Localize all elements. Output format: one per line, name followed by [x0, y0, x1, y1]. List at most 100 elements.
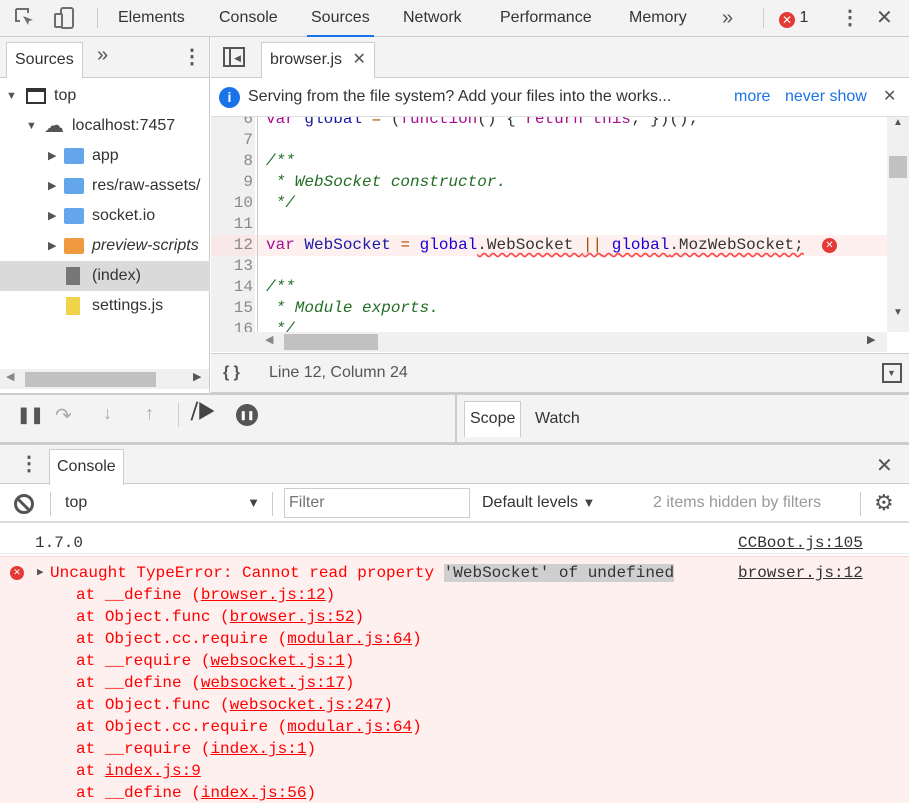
step-out-icon[interactable]: ↑: [145, 403, 154, 424]
stack-source-link[interactable]: modular.js:64: [287, 630, 412, 648]
triangle-right-icon[interactable]: ▶: [48, 171, 56, 201]
tab-sources[interactable]: Sources: [307, 0, 374, 37]
toggle-navigator-icon[interactable]: ◀: [223, 47, 245, 67]
infobar-never-show-link[interactable]: never show: [785, 78, 867, 116]
tab-browser-js[interactable]: browser.js ✕: [261, 42, 375, 78]
tree-item[interactable]: ▶ app: [0, 141, 210, 171]
stack-source-link[interactable]: websocket.js:17: [201, 674, 345, 692]
tab-network[interactable]: Network: [403, 0, 462, 36]
line-number[interactable]: 9: [211, 172, 255, 193]
close-devtools-icon[interactable]: ✕: [876, 0, 893, 36]
line-number[interactable]: 11: [211, 214, 255, 235]
code-text: /**: [266, 278, 295, 296]
tree-item-label: preview-scripts: [92, 237, 199, 254]
code-vscrollbar[interactable]: ▲ ▼: [887, 117, 909, 332]
tree-item[interactable]: settings.js: [0, 291, 210, 321]
device-toolbar-icon[interactable]: [52, 0, 76, 36]
stack-source-link[interactable]: browser.js:12: [201, 586, 326, 604]
error-icon: ✕: [10, 566, 24, 580]
pause-icon[interactable]: ❚❚: [17, 405, 44, 425]
folder-icon: [64, 178, 84, 194]
step-over-icon[interactable]: ↷: [55, 403, 72, 428]
infobar: i Serving from the file system? Add your…: [211, 78, 909, 117]
close-tab-icon[interactable]: ✕: [352, 51, 365, 68]
code-editor[interactable]: 6 var global = (function() { return this;…: [211, 117, 887, 332]
line-number[interactable]: 8: [211, 151, 255, 172]
line-number[interactable]: 14: [211, 277, 255, 298]
navigator-more-button[interactable]: »: [97, 44, 108, 67]
line-number[interactable]: 12: [211, 235, 255, 256]
tree-item[interactable]: ▶ res/raw-assets/: [0, 171, 210, 201]
inspect-element-icon[interactable]: [14, 0, 36, 36]
console-settings-gear-icon[interactable]: ⚙: [874, 484, 894, 522]
line-number[interactable]: 6: [211, 117, 255, 130]
tree-item-label: settings.js: [92, 297, 164, 314]
close-drawer-icon[interactable]: ✕: [876, 453, 893, 478]
clear-console-icon[interactable]: [14, 494, 34, 514]
tree-item[interactable]: ▼ ☁ localhost:7457: [0, 111, 210, 141]
stack-source-link[interactable]: index.js:9: [105, 762, 201, 780]
stack-frame: at index.js:9: [76, 762, 201, 780]
context-selector[interactable]: top ▼: [65, 484, 260, 522]
tree-item[interactable]: (index): [0, 261, 210, 291]
tree-item-label: res/raw-assets/: [92, 177, 201, 194]
line-number[interactable]: 13: [211, 256, 255, 277]
triangle-down-icon[interactable]: ▼: [6, 81, 17, 111]
stack-frame: at __require (websocket.js:1): [76, 652, 355, 670]
triangle-right-icon[interactable]: ▶: [48, 231, 56, 261]
navigator-hscrollbar[interactable]: ◀ ▶: [0, 369, 209, 389]
code-hscrollbar[interactable]: ◀ ▶: [259, 332, 887, 352]
console-filter-input[interactable]: [284, 488, 470, 518]
tree-item[interactable]: ▼ top: [0, 81, 210, 111]
step-into-icon[interactable]: ↓: [103, 403, 112, 424]
pause-on-exceptions-icon[interactable]: ❚❚: [236, 404, 258, 426]
tab-sources[interactable]: Sources: [6, 42, 83, 78]
stack-source-link[interactable]: modular.js:64: [287, 718, 412, 736]
more-tabs-button[interactable]: »: [722, 0, 733, 36]
code-text: var WebSocket = global.WebSocket || glob…: [266, 236, 804, 254]
triangle-down-icon[interactable]: ▼: [26, 111, 37, 141]
tab-watch[interactable]: Watch: [535, 402, 580, 436]
tab-console[interactable]: Console: [219, 0, 278, 36]
folder-icon: [64, 208, 84, 224]
navigator-menu-icon[interactable]: ⋮: [182, 44, 202, 69]
deactivate-breakpoints-icon[interactable]: ⧸▶: [191, 401, 216, 424]
source-link[interactable]: CCBoot.js:105: [738, 532, 863, 554]
tab-memory[interactable]: Memory: [629, 0, 687, 36]
stack-source-link[interactable]: index.js:56: [201, 784, 307, 802]
line-number[interactable]: 15: [211, 298, 255, 319]
error-icon[interactable]: ✕: [822, 238, 837, 253]
tab-console[interactable]: Console: [49, 449, 124, 485]
line-number[interactable]: 16: [211, 319, 255, 332]
line-number[interactable]: 7: [211, 130, 255, 151]
stack-source-link[interactable]: websocket.js:247: [230, 696, 384, 714]
drawer-menu-icon[interactable]: ⋮: [19, 451, 39, 476]
tab-elements[interactable]: Elements: [118, 0, 185, 36]
customize-menu-icon[interactable]: ⋮: [840, 0, 860, 36]
expand-triangle-icon[interactable]: ▶: [37, 562, 44, 584]
code-line: 12 var WebSocket = global.WebSocket || gl…: [211, 235, 887, 256]
stack-frame: at Object.cc.require (modular.js:64): [76, 718, 422, 736]
triangle-right-icon[interactable]: ▶: [48, 201, 56, 231]
stack-source-link[interactable]: browser.js:52: [230, 608, 355, 626]
log-levels-dropdown[interactable]: Default levels ▼: [482, 484, 595, 522]
tree-item[interactable]: ▶ preview-scripts: [0, 231, 210, 261]
triangle-right-icon[interactable]: ▶: [48, 141, 56, 171]
source-link[interactable]: browser.js:12: [738, 562, 863, 584]
stack-source-link[interactable]: index.js:1: [210, 740, 306, 758]
tab-scope[interactable]: Scope: [464, 401, 522, 437]
code-line: 8 /**: [211, 151, 887, 172]
tree-item[interactable]: ▶ socket.io: [0, 201, 210, 231]
infobar-more-link[interactable]: more: [734, 78, 770, 116]
editor-tabbar: ◀ browser.js ✕: [211, 37, 909, 78]
line-number[interactable]: 10: [211, 193, 255, 214]
stack-frame: at __define (browser.js:12): [76, 586, 336, 604]
infobar-close-icon[interactable]: ✕: [883, 78, 896, 116]
stack-source-link[interactable]: websocket.js:1: [210, 652, 344, 670]
tab-performance[interactable]: Performance: [500, 0, 592, 36]
chevron-down-icon: ▼: [247, 495, 260, 510]
toggle-debugger-icon[interactable]: ▼: [882, 363, 902, 383]
code-line: 16 */: [211, 319, 887, 332]
pretty-print-button[interactable]: { }: [223, 354, 240, 392]
error-count-badge[interactable]: ✕ 1: [779, 0, 808, 36]
